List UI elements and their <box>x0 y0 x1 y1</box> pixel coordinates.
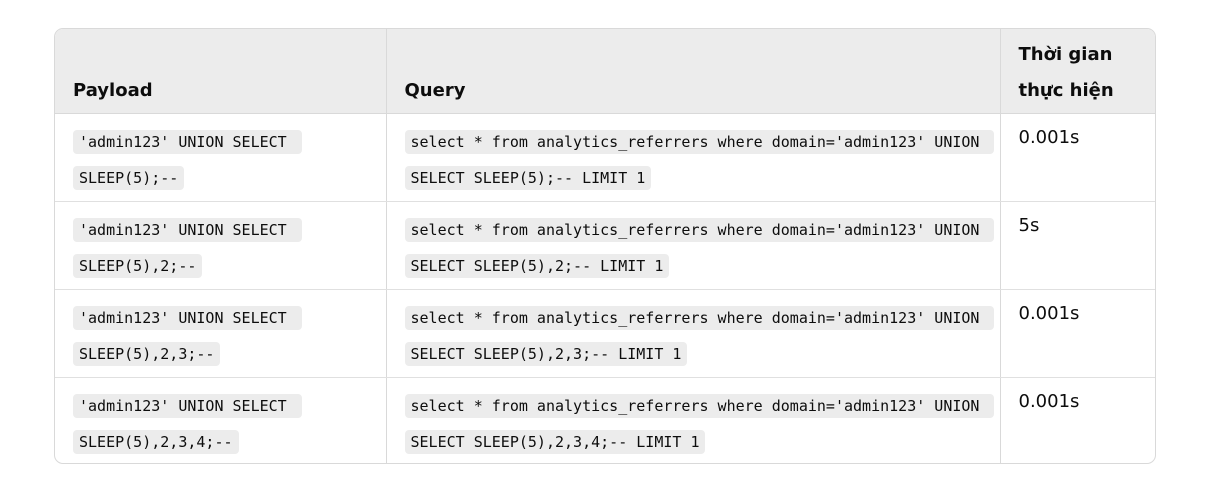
header-time: Thời gian thực hiện <box>999 29 1155 114</box>
table-header: Payload Query Thời gian thực hiện <box>55 29 1155 114</box>
payload-cell: 'admin123' UNION SELECT SLEEP(5),2,3;-- <box>55 289 386 378</box>
header-row: Payload Query Thời gian thực hiện <box>55 29 1155 114</box>
query-code: select * from analytics_referrers where … <box>404 129 995 190</box>
query-cell: select * from analytics_referrers where … <box>385 289 1000 378</box>
time-cell: 0.001s <box>999 289 1155 378</box>
table-row: 'admin123' UNION SELECT SLEEP(5),2;-- se… <box>55 201 1155 290</box>
payload-cell: 'admin123' UNION SELECT SLEEP(5);-- <box>55 113 386 202</box>
query-cell: select * from analytics_referrers where … <box>385 377 1000 463</box>
header-payload: Payload <box>55 29 386 114</box>
query-cell: select * from analytics_referrers where … <box>385 113 1000 202</box>
payload-code: 'admin123' UNION SELECT SLEEP(5),2,3,4;-… <box>73 393 302 454</box>
results-table-container: Payload Query Thời gian thực hiện 'admin… <box>54 28 1156 464</box>
payload-cell: 'admin123' UNION SELECT SLEEP(5),2;-- <box>55 201 386 290</box>
payload-code: 'admin123' UNION SELECT SLEEP(5),2,3;-- <box>73 305 302 366</box>
table-row: 'admin123' UNION SELECT SLEEP(5),2,3;-- … <box>55 289 1155 378</box>
results-table: Payload Query Thời gian thực hiện 'admin… <box>55 29 1155 463</box>
payload-code: 'admin123' UNION SELECT SLEEP(5),2;-- <box>73 217 302 278</box>
query-code: select * from analytics_referrers where … <box>404 305 995 366</box>
payload-code: 'admin123' UNION SELECT SLEEP(5);-- <box>73 129 302 190</box>
table-body: 'admin123' UNION SELECT SLEEP(5);-- sele… <box>55 113 1155 463</box>
query-cell: select * from analytics_referrers where … <box>385 201 1000 290</box>
table-row: 'admin123' UNION SELECT SLEEP(5),2,3,4;-… <box>55 377 1155 463</box>
time-cell: 5s <box>999 201 1155 290</box>
header-query: Query <box>385 29 1000 114</box>
time-cell: 0.001s <box>999 377 1155 463</box>
query-code: select * from analytics_referrers where … <box>404 217 995 278</box>
query-code: select * from analytics_referrers where … <box>404 393 995 454</box>
time-cell: 0.001s <box>999 113 1155 202</box>
payload-cell: 'admin123' UNION SELECT SLEEP(5),2,3,4;-… <box>55 377 386 463</box>
table-row: 'admin123' UNION SELECT SLEEP(5);-- sele… <box>55 113 1155 202</box>
